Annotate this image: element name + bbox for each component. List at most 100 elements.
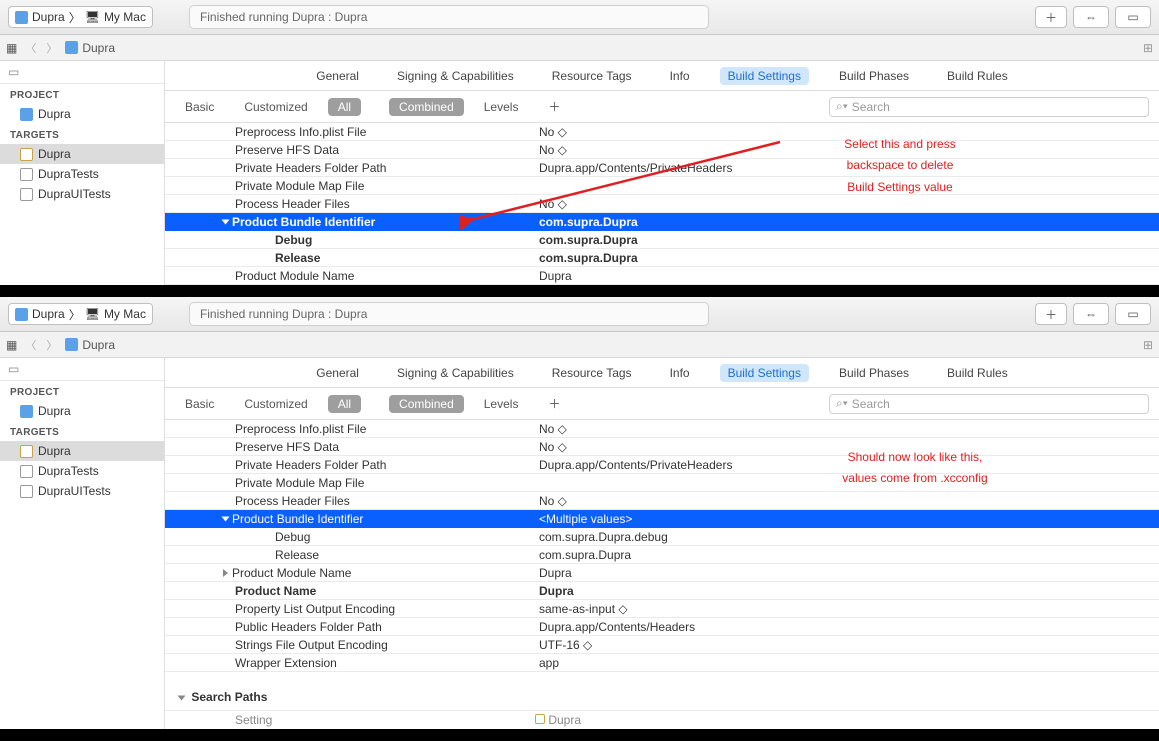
sidebar-layout-icon[interactable]: ▭ <box>0 61 164 84</box>
status-bar[interactable]: Finished running Dupra : Dupra <box>189 302 709 326</box>
code-review-button[interactable]: ⇔ <box>1073 6 1109 28</box>
setting-row[interactable]: Product NameDupra <box>165 582 1159 600</box>
filter-basic[interactable]: Basic <box>175 98 224 116</box>
setting-row[interactable]: Private Headers Folder PathDupra.app/Con… <box>165 456 1159 474</box>
back-button[interactable]: 〈 <box>23 40 38 56</box>
disclosure-icon[interactable] <box>222 220 230 225</box>
filter-basic[interactable]: Basic <box>175 395 224 413</box>
test-target-icon <box>20 465 33 478</box>
forward-button[interactable]: 〉 <box>44 40 59 56</box>
setting-row[interactable]: Strings File Output EncodingUTF-16 ◇ <box>165 636 1159 654</box>
tab-signing[interactable]: Signing & Capabilities <box>389 67 522 85</box>
setting-row[interactable]: Process Header FilesNo ◇ <box>165 492 1159 510</box>
tab-general[interactable]: General <box>308 364 367 382</box>
setting-row[interactable]: Property List Output Encodingsame-as-inp… <box>165 600 1159 618</box>
filter-levels[interactable]: Levels <box>474 395 529 413</box>
setting-row[interactable]: Private Module Map File <box>165 474 1159 492</box>
sidebar-target-tests[interactable]: DupraTests <box>0 164 164 184</box>
sidebar-target-dupra[interactable]: Dupra <box>0 441 164 461</box>
scheme-selector[interactable]: Dupra 〉 🖥 My Mac <box>8 6 153 28</box>
tab-build-phases[interactable]: Build Phases <box>831 364 917 382</box>
filter-levels[interactable]: Levels <box>474 98 529 116</box>
filter-all[interactable]: All <box>328 395 361 413</box>
setting-row[interactable]: Wrapper Extensionapp <box>165 654 1159 672</box>
sidebar-project-item[interactable]: Dupra <box>0 401 164 421</box>
tab-resource-tags[interactable]: Resource Tags <box>544 364 640 382</box>
setting-row-release[interactable]: Releasecom.supra.Dupra <box>165 546 1159 564</box>
section-search-paths[interactable]: Search Paths <box>165 684 1159 711</box>
sidebar-project-header: PROJECT <box>0 381 164 401</box>
chevron-right-icon: 〉 <box>69 9 81 26</box>
sidebar-target-dupra[interactable]: Dupra <box>0 144 164 164</box>
add-button[interactable]: ＋ <box>1035 6 1067 28</box>
app-target-icon <box>20 148 33 161</box>
filter-bar: Basic Customized All Combined Levels ＋ ⌕… <box>165 388 1159 420</box>
status-bar[interactable]: Finished running Dupra : Dupra <box>189 5 709 29</box>
setting-product-bundle-id[interactable]: Product Bundle Identifier com.supra.Dupr… <box>165 213 1159 231</box>
setting-row-debug[interactable]: Debugcom.supra.Dupra <box>165 231 1159 249</box>
setting-row[interactable]: Preprocess Info.plist FileNo ◇ <box>165 123 1159 141</box>
code-review-button[interactable]: ⇔ <box>1073 303 1109 325</box>
setting-product-bundle-id[interactable]: Product Bundle Identifier <Multiple valu… <box>165 510 1159 528</box>
forward-button[interactable]: 〉 <box>44 337 59 353</box>
filter-combined[interactable]: Combined <box>389 98 464 116</box>
tab-signing[interactable]: Signing & Capabilities <box>389 364 522 382</box>
sidebar-project-item[interactable]: Dupra <box>0 104 164 124</box>
disclosure-icon[interactable] <box>222 517 230 522</box>
add-setting-button[interactable]: ＋ <box>538 393 570 414</box>
editor-tabs: General Signing & Capabilities Resource … <box>165 61 1159 91</box>
sidebar-target-tests[interactable]: DupraTests <box>0 461 164 481</box>
tab-info[interactable]: Info <box>662 364 698 382</box>
setting-row[interactable]: Private Headers Folder PathDupra.app/Con… <box>165 159 1159 177</box>
sidebar-target-uitests[interactable]: DupraUITests <box>0 481 164 501</box>
disclosure-icon[interactable] <box>223 569 228 577</box>
scheme-app: Dupra <box>32 10 65 24</box>
search-placeholder: Search <box>852 397 890 411</box>
setting-row[interactable]: Preprocess Info.plist FileNo ◇ <box>165 420 1159 438</box>
setting-row-debug[interactable]: Debugcom.supra.Dupra.debug <box>165 528 1159 546</box>
breadcrumb-project[interactable]: Dupra <box>65 41 115 55</box>
tab-info[interactable]: Info <box>662 67 698 85</box>
tab-general[interactable]: General <box>308 67 367 85</box>
filter-customized[interactable]: Customized <box>234 395 317 413</box>
setting-row[interactable]: Preserve HFS DataNo ◇ <box>165 141 1159 159</box>
tab-build-phases[interactable]: Build Phases <box>831 67 917 85</box>
setting-row[interactable]: Public Headers Folder PathDupra.app/Cont… <box>165 618 1159 636</box>
project-icon <box>65 41 78 54</box>
related-items-icon[interactable]: ▦ <box>6 338 17 352</box>
add-button[interactable]: ＋ <box>1035 303 1067 325</box>
tab-build-settings[interactable]: Build Settings <box>720 67 809 85</box>
setting-row-release[interactable]: Releasecom.supra.Dupra <box>165 249 1159 267</box>
test-target-icon <box>20 485 33 498</box>
add-editor-icon[interactable]: ⊞ <box>1143 41 1153 55</box>
setting-row[interactable]: Product Module NameDupra <box>165 564 1159 582</box>
setting-row[interactable]: Product Module NameDupra <box>165 267 1159 285</box>
setting-row[interactable]: Preserve HFS DataNo ◇ <box>165 438 1159 456</box>
add-setting-button[interactable]: ＋ <box>538 96 570 117</box>
panels-button[interactable]: ▭ <box>1115 303 1151 325</box>
sidebar-target-uitests[interactable]: DupraUITests <box>0 184 164 204</box>
tab-build-rules[interactable]: Build Rules <box>939 67 1016 85</box>
panels-button[interactable]: ▭ <box>1115 6 1151 28</box>
related-items-icon[interactable]: ▦ <box>6 41 17 55</box>
breadcrumb-project[interactable]: Dupra <box>65 338 115 352</box>
back-button[interactable]: 〈 <box>23 337 38 353</box>
tab-resource-tags[interactable]: Resource Tags <box>544 67 640 85</box>
search-input[interactable]: ⌕▾ Search <box>829 394 1149 414</box>
tab-build-rules[interactable]: Build Rules <box>939 364 1016 382</box>
sidebar-targets-header: TARGETS <box>0 124 164 144</box>
status-text: Finished running Dupra : Dupra <box>200 10 367 24</box>
setting-row[interactable]: Private Module Map File <box>165 177 1159 195</box>
setting-row[interactable]: Process Header FilesNo ◇ <box>165 195 1159 213</box>
search-input[interactable]: ⌕▾ Search <box>829 97 1149 117</box>
project-icon <box>65 338 78 351</box>
add-editor-icon[interactable]: ⊞ <box>1143 338 1153 352</box>
sidebar-layout-icon[interactable]: ▭ <box>0 358 164 381</box>
disclosure-icon[interactable] <box>178 695 186 700</box>
filter-combined[interactable]: Combined <box>389 395 464 413</box>
scheme-selector[interactable]: Dupra 〉 🖥 My Mac <box>8 303 153 325</box>
filter-all[interactable]: All <box>328 98 361 116</box>
path-bar: ▦ 〈 〉 Dupra ⊞ <box>0 332 1159 358</box>
tab-build-settings[interactable]: Build Settings <box>720 364 809 382</box>
filter-customized[interactable]: Customized <box>234 98 317 116</box>
